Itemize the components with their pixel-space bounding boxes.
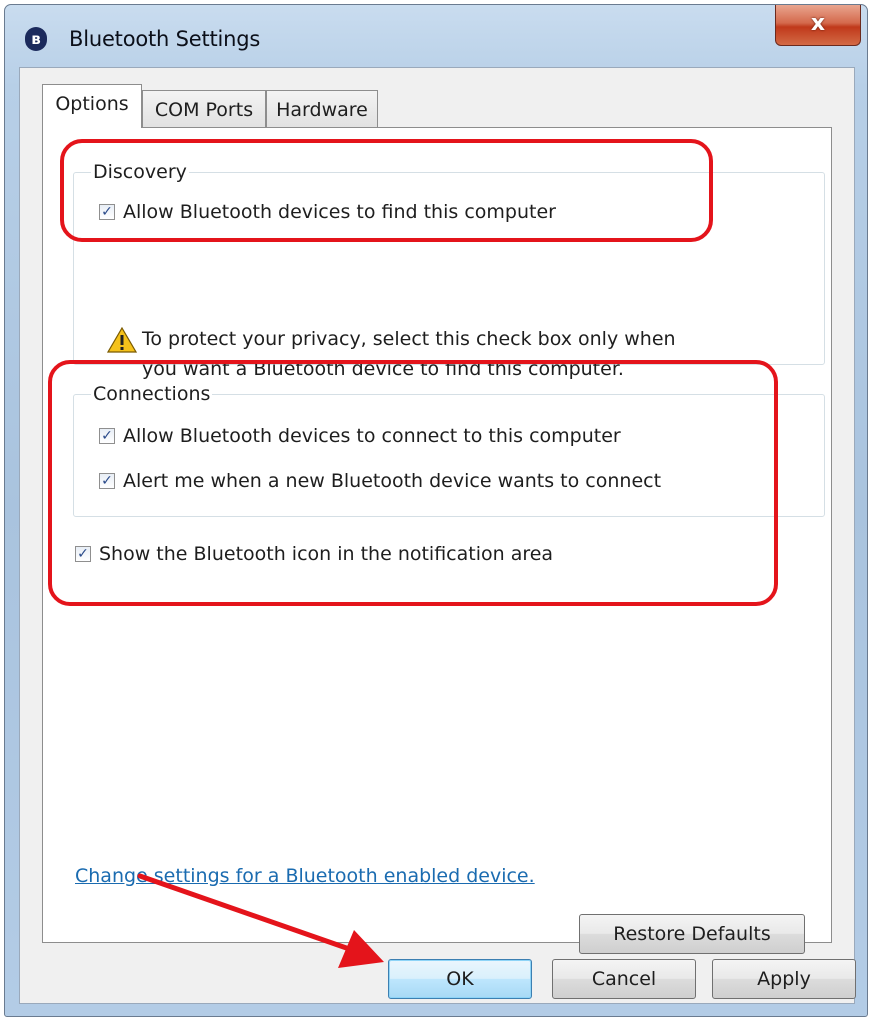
bluetooth-settings-window: ʙ Bluetooth Settings x Options COM Ports…	[4, 4, 868, 1017]
allow-connect-checkbox[interactable]: ✓	[99, 428, 115, 444]
allow-find-label: Allow Bluetooth devices to find this com…	[123, 201, 556, 223]
connections-group-label: Connections	[91, 383, 213, 405]
allow-connect-checkbox-row[interactable]: ✓ Allow Bluetooth devices to connect to …	[99, 423, 621, 449]
tab-options[interactable]: Options	[42, 84, 142, 128]
tab-com-ports[interactable]: COM Ports	[142, 90, 266, 128]
alert-new-device-checkbox[interactable]: ✓	[99, 473, 115, 489]
title-bar[interactable]: ʙ Bluetooth Settings x	[5, 5, 867, 69]
options-panel: Discovery ✓ Allow Bluetooth devices to f…	[42, 127, 832, 954]
connections-groupbox	[73, 394, 825, 517]
allow-find-checkbox[interactable]: ✓	[99, 204, 115, 220]
window-title: Bluetooth Settings	[69, 27, 261, 51]
show-icon-label: Show the Bluetooth icon in the notificat…	[99, 543, 554, 565]
discovery-group-label: Discovery	[91, 161, 189, 183]
tab-hardware[interactable]: Hardware	[266, 90, 378, 128]
show-icon-checkbox[interactable]: ✓	[75, 546, 91, 562]
ok-button[interactable]: OK	[388, 959, 532, 999]
allow-find-checkbox-row[interactable]: ✓ Allow Bluetooth devices to find this c…	[99, 199, 556, 225]
dialog-client-area: Options COM Ports Hardware Discovery ✓ A…	[19, 67, 856, 1004]
show-icon-checkbox-row[interactable]: ✓ Show the Bluetooth icon in the notific…	[75, 541, 553, 567]
privacy-warning-text: To protect your privacy, select this che…	[142, 324, 676, 384]
apply-button[interactable]: Apply	[712, 959, 856, 999]
alert-new-device-checkbox-row[interactable]: ✓ Alert me when a new Bluetooth device w…	[99, 468, 661, 494]
privacy-warning-line-1: To protect your privacy, select this che…	[142, 328, 676, 350]
cancel-button[interactable]: Cancel	[552, 959, 696, 999]
restore-defaults-button[interactable]: Restore Defaults	[579, 914, 805, 954]
allow-connect-label: Allow Bluetooth devices to connect to th…	[123, 425, 621, 447]
privacy-warning-line-2: you want a Bluetooth device to find this…	[142, 358, 624, 380]
close-button[interactable]: x	[775, 5, 861, 46]
warning-icon	[107, 327, 137, 353]
alert-new-device-label: Alert me when a new Bluetooth device wan…	[123, 470, 662, 492]
change-device-settings-link[interactable]: Change settings for a Bluetooth enabled …	[75, 865, 535, 887]
bluetooth-icon: ʙ	[25, 27, 47, 51]
